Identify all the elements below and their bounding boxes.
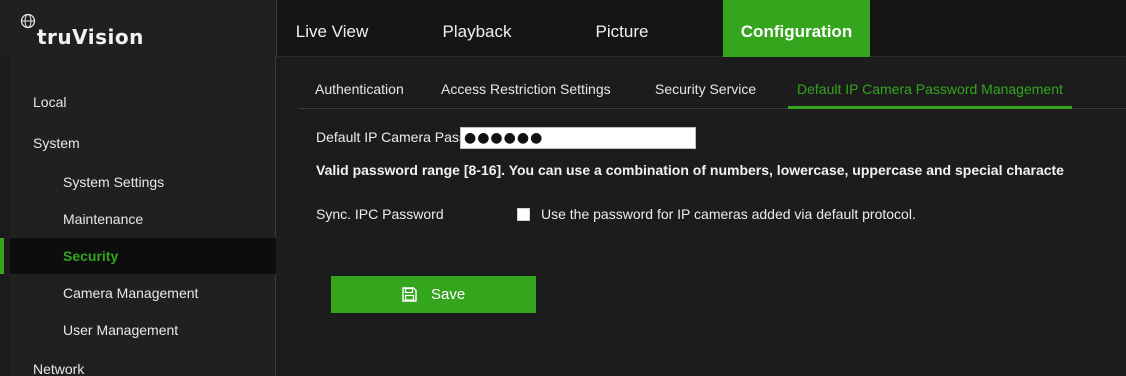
tab-bar: Authentication Access Restriction Settin… <box>299 69 1126 109</box>
nav-configuration[interactable]: Configuration <box>723 0 870 57</box>
sidebar-item-camera-management[interactable]: Camera Management <box>10 275 276 311</box>
sync-ipc-password-label: Sync. IPC Password <box>316 206 444 222</box>
sidebar-item-local[interactable]: Local <box>10 84 276 120</box>
save-label: Save <box>431 286 466 303</box>
sidebar-item-system[interactable]: System <box>10 125 276 161</box>
top-bar: truVision Live View Playback Picture Con… <box>0 0 1126 57</box>
nav-live-view[interactable]: Live View <box>277 0 387 57</box>
nav-playback[interactable]: Playback <box>422 0 532 57</box>
tab-authentication[interactable]: Authentication <box>315 69 404 109</box>
tab-access-restriction[interactable]: Access Restriction Settings <box>441 69 611 109</box>
nav-picture[interactable]: Picture <box>567 0 677 57</box>
default-password-input[interactable] <box>460 127 696 149</box>
tab-security-service[interactable]: Security Service <box>655 69 756 109</box>
sidebar-item-maintenance[interactable]: Maintenance <box>10 201 276 237</box>
brand: truVision <box>0 0 277 57</box>
save-button[interactable]: Save <box>331 276 536 313</box>
sidebar-item-security[interactable]: Security <box>0 238 276 274</box>
sync-ipc-password-checkbox[interactable] <box>517 208 530 221</box>
tab-default-ip-camera-password[interactable]: Default IP Camera Password Management <box>788 69 1072 109</box>
brand-name: truVision <box>37 25 144 49</box>
tv-globe-icon <box>20 13 36 29</box>
sidebar: Local System System Settings Maintenance… <box>0 57 276 376</box>
main-panel: Authentication Access Restriction Settin… <box>277 57 1126 376</box>
sidebar-item-network[interactable]: Network <box>10 351 276 376</box>
save-icon <box>402 287 417 302</box>
sidebar-item-system-settings[interactable]: System Settings <box>10 164 276 200</box>
password-hint: Valid password range [8-16]. You can use… <box>316 162 1064 178</box>
sync-ipc-password-text: Use the password for IP cameras added vi… <box>541 206 916 222</box>
sidebar-item-user-management[interactable]: User Management <box>10 312 276 348</box>
